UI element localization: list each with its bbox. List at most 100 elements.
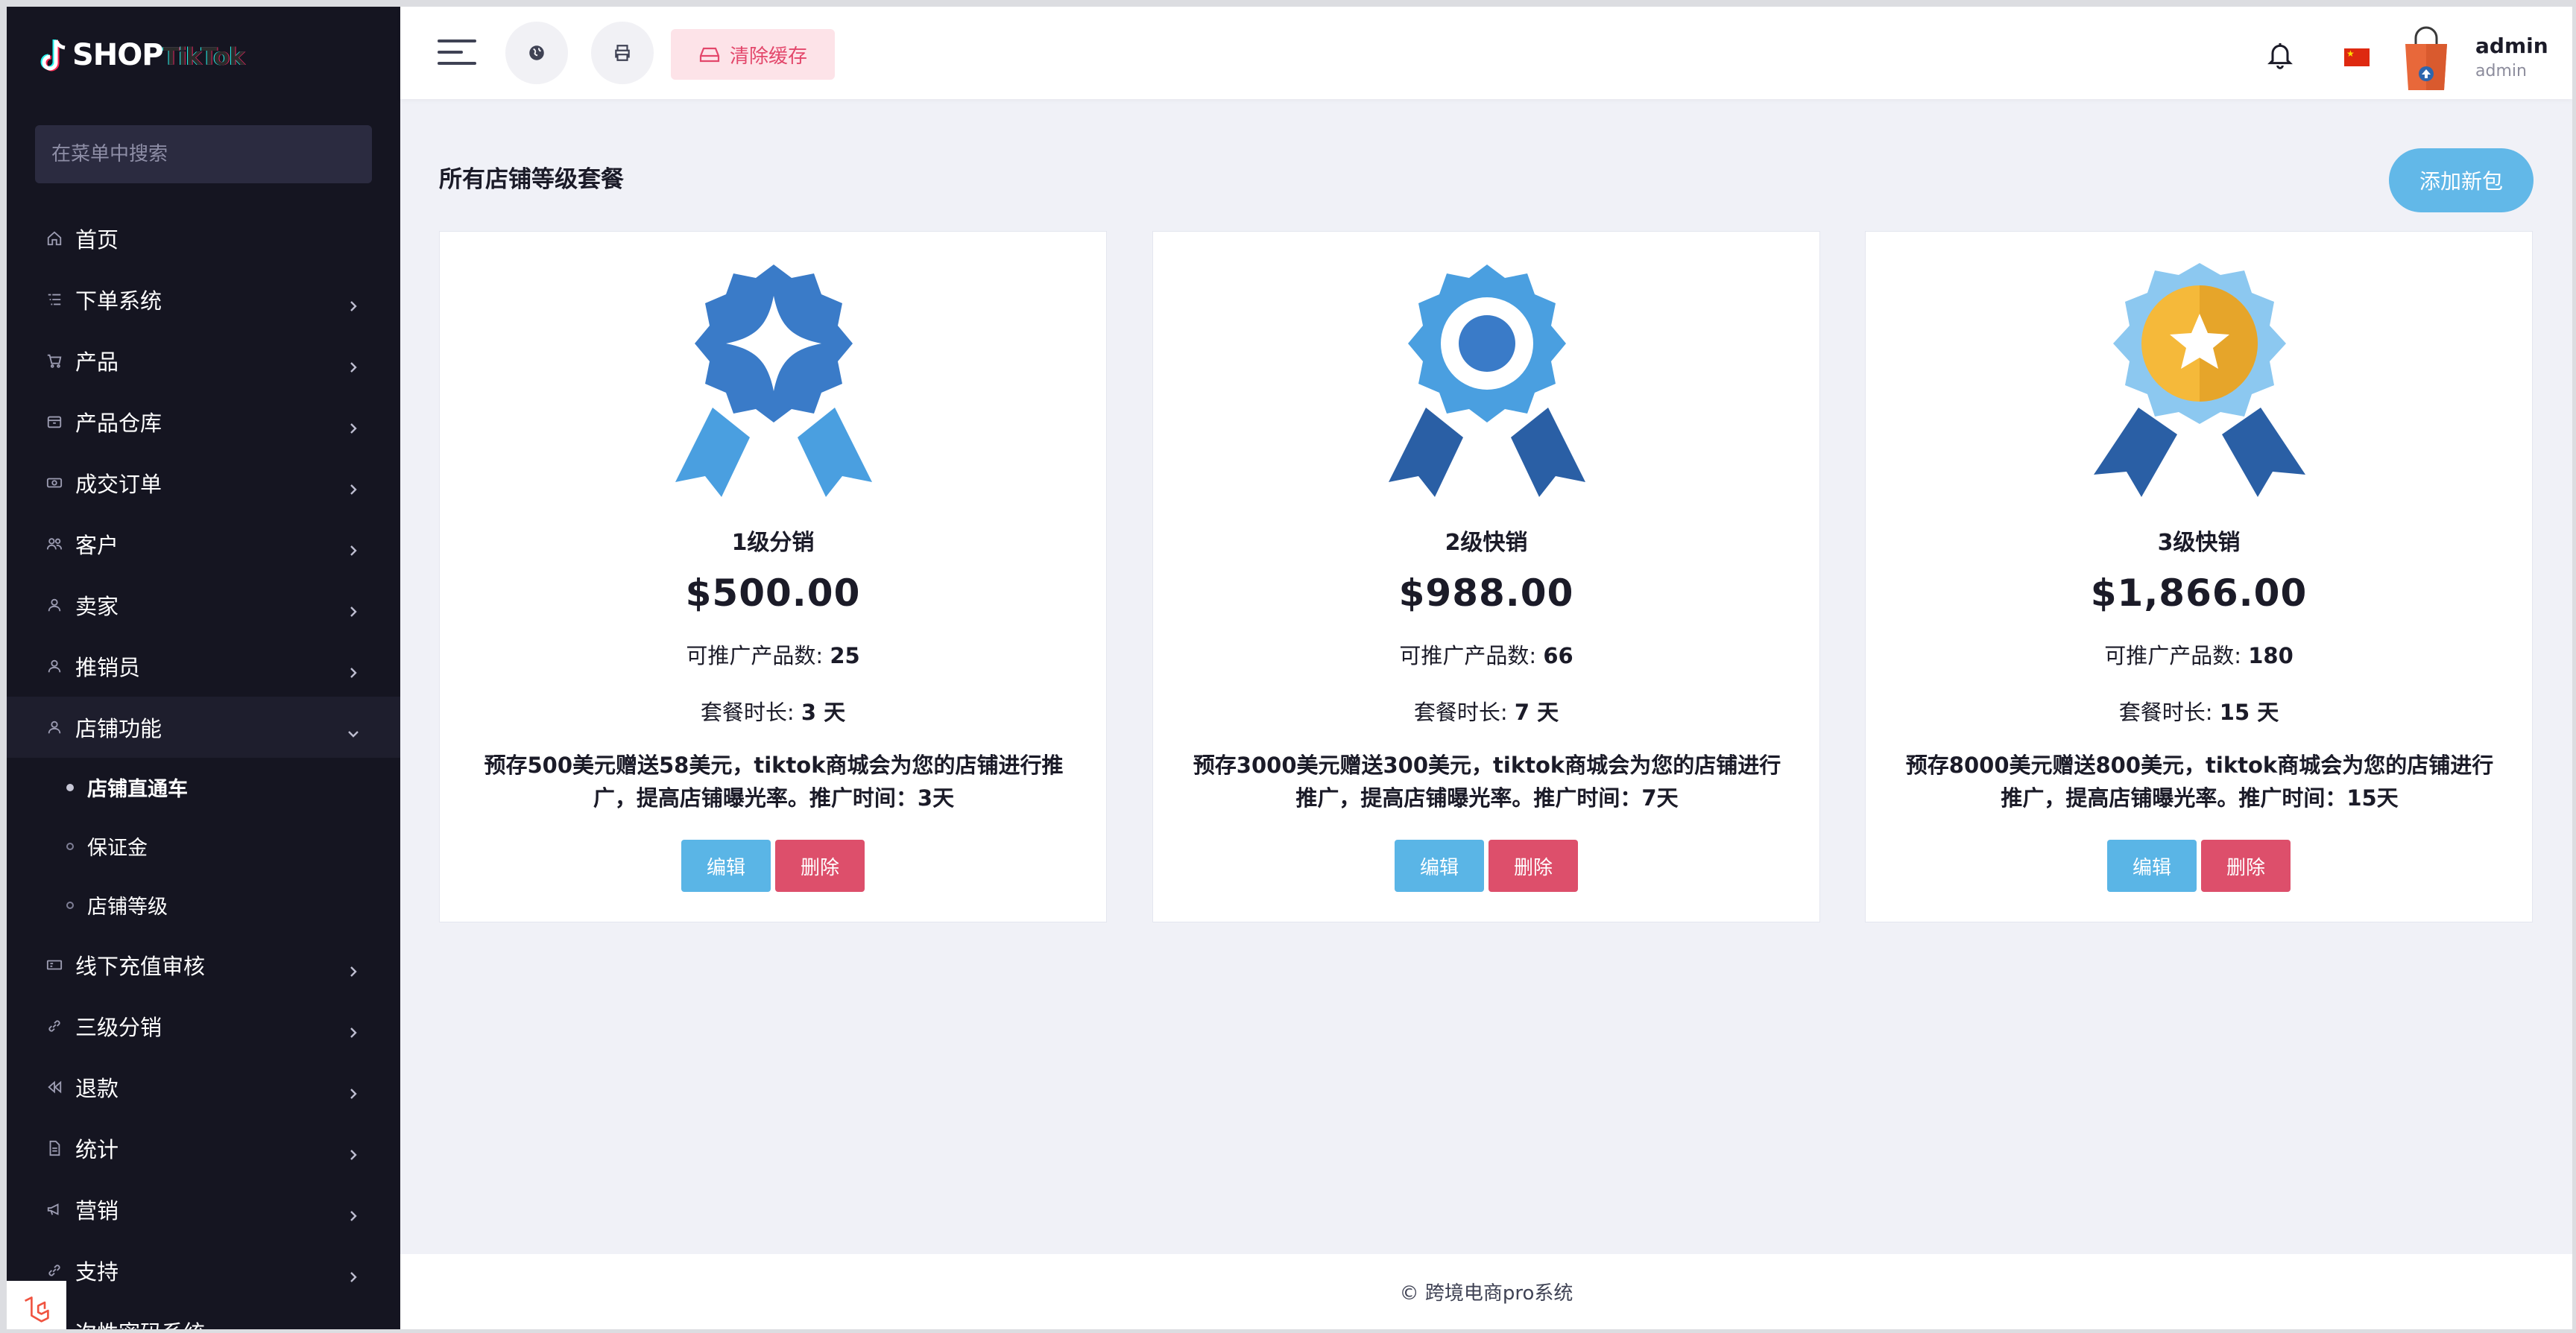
delete-button[interactable]: 删除 [2201,840,2291,892]
chevron-right-icon [347,293,360,311]
sidebar-item-salespeople[interactable]: 推销员 [7,636,400,697]
card-actions: 编辑 删除 [1866,840,2532,892]
sidebar-item-sellers[interactable]: 卖家 [7,574,400,636]
chevron-right-icon [347,1142,360,1160]
sidebar-item-order-system[interactable]: 下单系统 [7,269,400,330]
chevron-right-icon [347,1203,360,1221]
user-icon [45,596,63,614]
edit-button[interactable]: 编辑 [2107,840,2197,892]
avatar[interactable] [2399,23,2453,93]
duration-value: 15 天 [2219,700,2279,725]
menu-toggle-button[interactable] [438,39,476,69]
sidebar: SHOPTikTok 首页 下单系统 产品 [7,7,400,1329]
sidebar-item-label: 退款 [75,1076,119,1101]
package-price: $500.00 [685,571,861,615]
sidebar-item-refunds[interactable]: 退款 [7,1057,400,1118]
app-window: SHOPTikTok 首页 下单系统 产品 [7,7,2572,1329]
products-count-value: 66 [1543,643,1573,668]
chevron-right-icon [347,1325,360,1329]
sidebar-item-offline-recharge[interactable]: 线下充值审核 [7,934,400,995]
sidebar-item-label: 次性密码系统 [75,1316,205,1329]
duration-label: 套餐时长: [1413,700,1515,725]
cart-icon [45,352,63,370]
products-count-label: 可推广产品数: [2104,643,2249,668]
sidebar-item-store-functions[interactable]: 店铺功能 [7,697,400,758]
clear-cache-button[interactable]: 清除缓存 [671,29,835,80]
chevron-down-icon [347,721,360,738]
duration-value: 3 天 [801,700,846,725]
top-header: 清除缓存 ★ admin admin [400,7,2572,99]
sidebar-subitem-store-level[interactable]: 店铺等级 [7,876,400,934]
sidebar-item-customers[interactable]: 客户 [7,513,400,574]
package-price: $988.00 [1398,571,1574,615]
sidebar-item-label: 线下充值审核 [75,954,206,979]
sidebar-item-label: 首页 [75,227,119,253]
sidebar-subitem-label: 店铺直通车 [87,778,188,801]
money-icon [45,474,63,492]
sidebar-item-closed-orders[interactable]: 成交订单 [7,452,400,513]
hdd-icon [699,47,720,63]
sidebar-item-label: 支持 [75,1259,119,1285]
sidebar-item-label: 成交订单 [75,472,162,497]
duration-label: 套餐时长: [2118,700,2220,725]
bullet-icon [66,901,74,909]
products-count-line: 可推广产品数: 180 [1866,639,2532,670]
laravel-debugbar-icon[interactable] [7,1281,66,1329]
chevron-right-icon [347,537,360,556]
logo[interactable]: SHOPTikTok [40,29,245,81]
printer-icon [615,45,630,61]
globe-button[interactable] [505,22,568,84]
sidebar-subitem-store-express[interactable]: 店铺直通车 [7,758,400,817]
sidebar-item-label: 营销 [75,1198,119,1223]
link-icon [45,1261,63,1279]
menu-search-input[interactable] [35,125,372,183]
duration-value: 7 天 [1514,700,1559,725]
package-description: 预存8000美元赠送800美元，tiktok商城会为您的店铺进行推广，提高店铺曝… [1905,753,2494,811]
edit-button[interactable]: 编辑 [1395,840,1484,892]
notifications-button[interactable] [2265,39,2295,69]
sidebar-subitem-label: 保证金 [87,837,148,860]
user-icon [45,657,63,675]
footer: © 跨境电商pro系统 [400,1254,2572,1329]
products-count-value: 25 [830,643,860,668]
delete-button[interactable]: 删除 [1489,840,1578,892]
products-count-label: 可推广产品数: [686,643,830,668]
add-package-button[interactable]: 添加新包 [2389,148,2534,212]
card-actions: 编辑 删除 [440,840,1106,892]
package-name: 2级快销 [1445,530,1528,556]
sidebar-item-home[interactable]: 首页 [7,208,400,269]
sidebar-item-products[interactable]: 产品 [7,330,400,391]
star-medal-icon [2094,263,2305,497]
package-name: 3级快销 [2157,530,2241,556]
chevron-right-icon [347,1264,360,1282]
duration-label: 套餐时长: [700,700,801,725]
file-icon [45,1139,63,1157]
logo-text-sub: TikTok [162,42,245,71]
products-count-line: 可推广产品数: 66 [1153,639,1819,670]
megaphone-icon [45,1200,63,1218]
home-icon [45,229,63,247]
sidebar-subitem-deposit[interactable]: 保证金 [7,817,400,876]
sidebar-item-three-level-distribution[interactable]: 三级分销 [7,995,400,1057]
sidebar-item-label: 产品仓库 [75,411,162,436]
language-flag-cn[interactable]: ★ [2344,48,2370,66]
sidebar-item-warehouse[interactable]: 产品仓库 [7,391,400,452]
sidebar-item-statistics[interactable]: 统计 [7,1118,400,1179]
user-name[interactable]: admin [2475,34,2548,58]
products-count-label: 可推广产品数: [1399,643,1544,668]
package-description: 预存3000美元赠送300美元，tiktok商城会为您的店铺进行推广，提高店铺曝… [1193,753,1781,811]
sidebar-item-label: 产品 [75,349,119,375]
package-description: 预存500美元赠送58美元，tiktok商城会为您的店铺进行推广，提高店铺曝光率… [484,753,1064,811]
print-button[interactable] [591,22,654,84]
sidebar-item-label: 推销员 [75,655,141,680]
chevron-right-icon [347,354,360,373]
bullet-icon [66,842,74,850]
sidebar-item-label: 客户 [75,533,119,558]
flag-star-icon: ★ [2346,48,2355,59]
edit-button[interactable]: 编辑 [681,840,771,892]
delete-button[interactable]: 删除 [775,840,865,892]
users-icon [45,535,63,553]
sidebar-item-marketing[interactable]: 营销 [7,1179,400,1240]
sidebar-item-label: 店铺功能 [75,716,162,741]
link-icon [45,1017,63,1035]
